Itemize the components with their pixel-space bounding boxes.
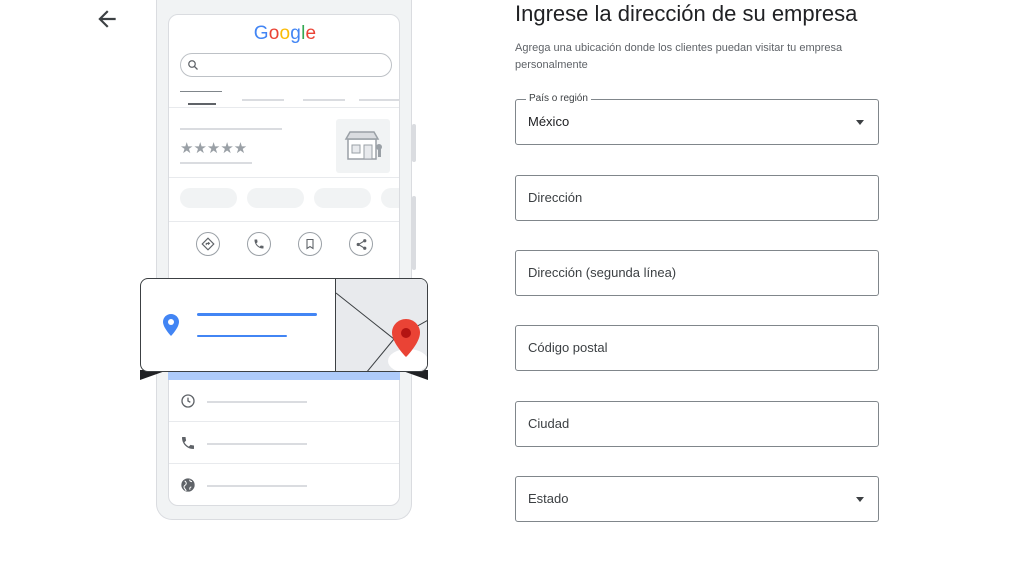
phone-icon [182, 437, 194, 449]
storefront-thumbnail [336, 119, 390, 173]
phone-side-button [412, 124, 416, 162]
postal-code-field[interactable]: Código postal [515, 325, 879, 371]
divider [169, 107, 399, 108]
map-pin-icon [392, 319, 420, 357]
storefront-icon [344, 131, 382, 160]
hours-placeholder [207, 401, 307, 403]
dropdown-arrow-icon [856, 497, 864, 502]
divider [169, 463, 399, 464]
chip-placeholder [180, 188, 237, 208]
tab-indicator [188, 103, 216, 105]
search-bar-illustration [180, 53, 392, 77]
directions-icon [201, 237, 215, 251]
phone-side-button [412, 196, 416, 270]
tab-placeholder [242, 99, 284, 101]
phone-placeholder [207, 443, 307, 445]
share-icon [356, 238, 366, 250]
map-thumbnail [335, 279, 427, 371]
directions-button-illustration [196, 232, 220, 256]
address-line-placeholder [197, 313, 317, 316]
rating-stars: ★★★★★ [180, 140, 248, 157]
back-button[interactable] [94, 6, 120, 32]
divider [169, 221, 399, 222]
clock-icon [181, 394, 195, 408]
chip-placeholder [247, 188, 304, 208]
dropdown-arrow-icon [856, 120, 864, 125]
phone-screen: Google ★★★★★ [168, 14, 400, 506]
postal-code-placeholder: Código postal [528, 340, 608, 355]
city-field[interactable]: Ciudad [515, 401, 879, 447]
address-line2-placeholder: Dirección (segunda línea) [528, 265, 677, 280]
tab-indicator [180, 91, 222, 92]
share-button-illustration [349, 232, 373, 256]
tab-placeholder [303, 99, 345, 101]
country-select[interactable]: País o región México [515, 93, 879, 145]
google-logo: Google [253, 23, 317, 44]
divider [169, 421, 399, 422]
bookmark-icon [306, 238, 314, 250]
save-button-illustration [298, 232, 322, 256]
call-button-illustration [247, 232, 271, 256]
website-placeholder [207, 485, 307, 487]
country-label: País o región [526, 93, 591, 104]
state-placeholder: Estado [528, 491, 569, 506]
state-select[interactable]: Estado [515, 476, 879, 522]
address-field[interactable]: Dirección [515, 175, 879, 221]
page-subtitle: Agrega una ubicación donde los clientes … [515, 42, 843, 71]
arrow-left-icon [98, 10, 116, 28]
chip-placeholder [381, 188, 399, 208]
business-name-placeholder [180, 128, 282, 130]
country-value: México [528, 114, 570, 129]
address-line2-field[interactable]: Dirección (segunda línea) [515, 250, 879, 296]
divider [169, 177, 399, 178]
business-category-placeholder [180, 162, 252, 164]
address-card-illustration [140, 278, 428, 372]
page-title: Ingrese la dirección de su empresa [515, 1, 858, 26]
search-icon [188, 60, 198, 70]
tab-placeholder [359, 99, 399, 101]
address-line-placeholder [197, 335, 287, 337]
address-placeholder: Dirección [528, 190, 583, 205]
globe-icon [181, 478, 195, 492]
chip-placeholder [314, 188, 371, 208]
phone-icon [254, 239, 264, 249]
location-pin-icon [163, 314, 179, 336]
city-placeholder: Ciudad [528, 416, 570, 431]
